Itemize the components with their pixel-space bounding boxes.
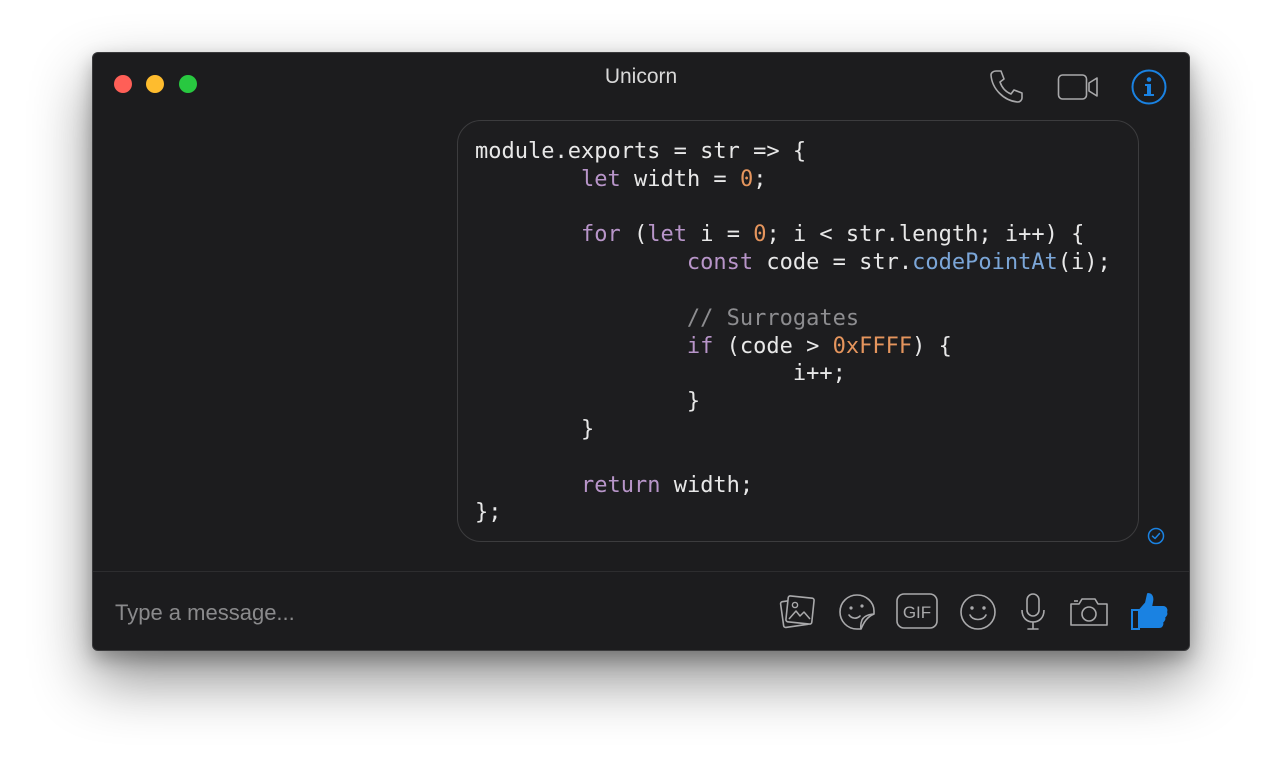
title-bar: Unicorn bbox=[93, 53, 1189, 113]
phone-icon[interactable] bbox=[987, 67, 1025, 105]
thumbs-up-icon[interactable] bbox=[1129, 592, 1169, 632]
code-token: 0 bbox=[739, 166, 754, 192]
message-input[interactable] bbox=[113, 596, 637, 630]
code-token: } bbox=[475, 389, 701, 415]
microphone-icon[interactable] bbox=[1019, 592, 1047, 632]
code-token: 0 bbox=[753, 222, 767, 248]
code-token: ) { bbox=[912, 333, 952, 359]
camera-icon[interactable] bbox=[1068, 592, 1110, 632]
code-token: return bbox=[580, 472, 661, 498]
code-token: const bbox=[686, 250, 754, 276]
message-composer: GIF bbox=[93, 572, 1189, 650]
code-line: } bbox=[475, 416, 1111, 444]
code-token: }; bbox=[475, 500, 502, 526]
code-token: width = bbox=[620, 166, 740, 192]
gif-label: GIF bbox=[903, 603, 931, 622]
code-token: codePointAt bbox=[912, 250, 1058, 276]
code-line: return width; bbox=[475, 472, 1111, 500]
code-token: ; bbox=[753, 166, 767, 192]
code-line: module.exports = str => { bbox=[475, 138, 1111, 166]
messenger-window: Unicorn module.exports = str => { let wi… bbox=[92, 52, 1190, 651]
code-token: width; bbox=[660, 472, 754, 498]
code-token: ; i < str.length; i++) { bbox=[766, 222, 1085, 248]
photo-icon[interactable] bbox=[777, 592, 817, 632]
code-message-bubble: module.exports = str => { let width = 0;… bbox=[457, 120, 1139, 542]
info-icon[interactable] bbox=[1131, 69, 1167, 105]
code-token: for bbox=[580, 222, 621, 248]
code-token: let bbox=[647, 222, 687, 248]
code-token: } bbox=[475, 416, 595, 442]
gif-icon[interactable]: GIF bbox=[895, 592, 939, 630]
code-line: i++; bbox=[475, 360, 1111, 388]
code-token: i++; bbox=[475, 361, 846, 387]
code-snippet: module.exports = str => { let width = 0;… bbox=[475, 138, 1111, 527]
read-receipt-icon bbox=[1147, 527, 1165, 550]
code-token: 0xFFFF bbox=[832, 333, 913, 359]
code-line: } bbox=[475, 388, 1111, 416]
code-line: if (code > 0xFFFF) { bbox=[475, 333, 1111, 361]
code-token: module.exports = str => { bbox=[475, 139, 807, 164]
code-line: }; bbox=[475, 499, 1111, 527]
code-line: // Surrogates bbox=[475, 305, 1111, 333]
code-line: let width = 0; bbox=[475, 166, 1111, 194]
code-token: (code > bbox=[713, 333, 833, 359]
video-camera-icon[interactable] bbox=[1057, 73, 1101, 101]
code-token: ( bbox=[620, 222, 648, 248]
emoji-icon[interactable] bbox=[958, 592, 998, 632]
code-line: for (let i = 0; i < str.length; i++) { bbox=[475, 221, 1111, 249]
code-token: (i); bbox=[1057, 250, 1111, 276]
code-token: let bbox=[580, 166, 621, 192]
code-token: if bbox=[686, 333, 714, 359]
code-token: code = str. bbox=[753, 250, 913, 276]
code-token: i = bbox=[686, 222, 754, 248]
code-token: // Surrogates bbox=[686, 305, 860, 331]
code-line: const code = str.codePointAt(i); bbox=[475, 249, 1111, 277]
sticker-icon[interactable] bbox=[837, 592, 877, 632]
